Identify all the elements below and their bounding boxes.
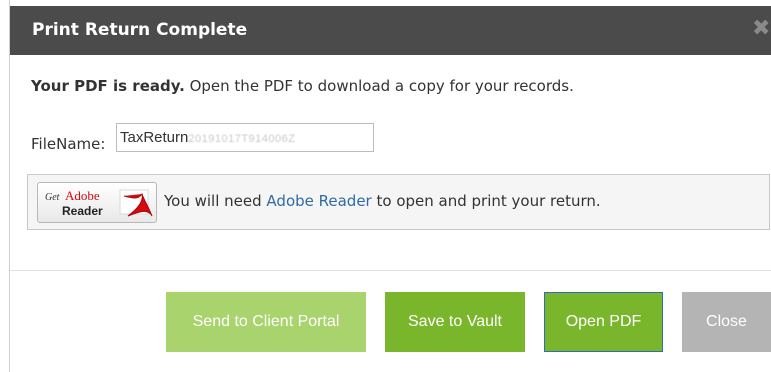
open-pdf-button[interactable]: Open PDF (544, 292, 663, 352)
filename-field[interactable]: TaxReturn20191017T914006Z (116, 123, 374, 152)
save-to-vault-button[interactable]: Save to Vault (385, 292, 525, 352)
footer-divider (10, 270, 771, 271)
filename-blurred-suffix: 20191017T914006Z (188, 133, 296, 145)
adobe-reader-link[interactable]: Adobe Reader (266, 192, 371, 210)
badge-reader-text: Reader (62, 204, 103, 218)
pdf-ready-bold: Your PDF is ready. (31, 77, 185, 95)
adobe-text-before: You will need (164, 192, 267, 210)
filename-value: TaxReturn (120, 129, 189, 146)
pdf-ready-message: Your PDF is ready. Open the PDF to downl… (31, 77, 574, 95)
badge-get-text: Get (45, 192, 60, 203)
adobe-reader-message: You will need Adobe Reader to open and p… (164, 192, 601, 210)
close-button[interactable]: Close (682, 292, 771, 352)
pdf-ready-text: Open the PDF to download a copy for your… (184, 77, 574, 95)
adobe-reader-icon (119, 189, 153, 217)
filename-label: FileName: (31, 135, 106, 153)
dialog-titlebar: Print Return Complete ✖ (10, 6, 771, 55)
badge-adobe-text: Adobe (65, 188, 100, 203)
get-adobe-reader-badge[interactable]: Get Adobe Reader (37, 182, 157, 223)
close-icon[interactable]: ✖ (752, 16, 770, 41)
print-return-dialog: Print Return Complete ✖ Your PDF is read… (10, 6, 771, 372)
dialog-title: Print Return Complete (32, 20, 248, 40)
send-to-client-portal-button[interactable]: Send to Client Portal (166, 292, 366, 352)
adobe-text-after: to open and print your return. (371, 192, 601, 210)
adobe-reader-notice: Get Adobe Reader You will need Adobe Rea… (27, 174, 770, 230)
